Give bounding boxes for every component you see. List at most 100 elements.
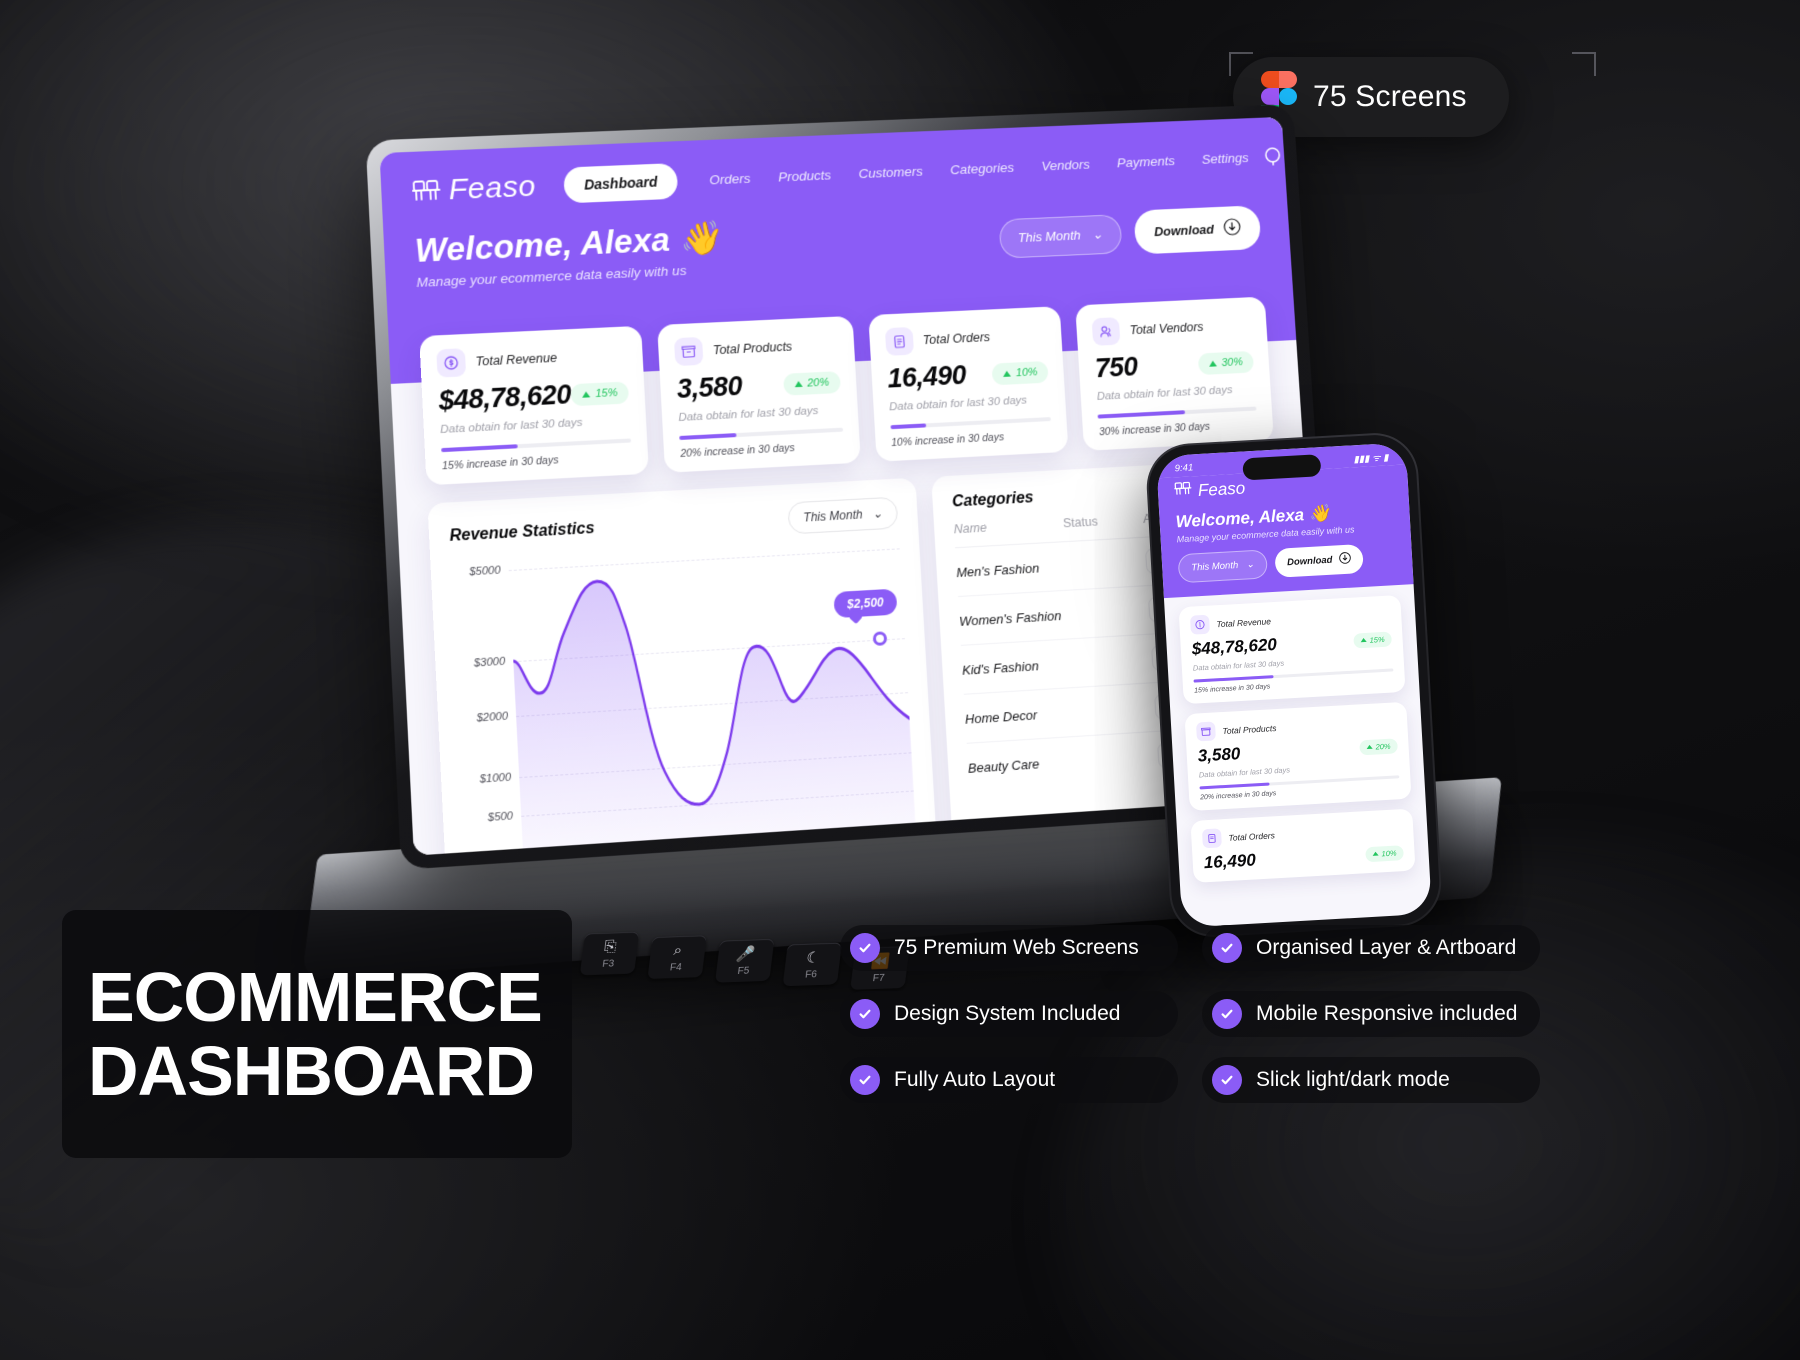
feature-item: Mobile Responsive included <box>1202 991 1540 1037</box>
feature-label: Organised Layer & Artboard <box>1256 936 1517 959</box>
phone-download-button[interactable]: Download <box>1274 543 1365 578</box>
phone-stat-cards: Total Revenue $48,78,620 15% Data obtain… <box>1164 584 1430 893</box>
status-badge: 15% <box>570 380 630 406</box>
promo-feature-list: 75 Premium Web Screens Organised Layer &… <box>840 925 1540 1103</box>
chevron-down-icon: ⌄ <box>1245 559 1255 571</box>
phone-stat-title: Total Orders <box>1228 829 1276 843</box>
phone-period-select[interactable]: This Month ⌄ <box>1177 549 1268 584</box>
feature-label: Design System Included <box>894 1002 1121 1025</box>
download-button-label: Download <box>1153 221 1215 240</box>
figma-badge-label: 75 Screens <box>1313 80 1467 113</box>
stat-caption: Data obtain for last 30 days <box>888 394 1028 414</box>
stat-card-total-products: Total Products 3,580 20% Data obtain for… <box>657 315 861 473</box>
period-select[interactable]: This Month ⌄ <box>998 213 1123 259</box>
download-icon <box>1339 552 1352 568</box>
key-f3: ⎘ F3 <box>579 931 640 976</box>
column-header-name: Name <box>953 520 988 537</box>
feature-item: Organised Layer & Artboard <box>1202 925 1540 971</box>
phone-body: 9:41 ▮▮▮ ᯤ ▮ Feaso Welcome, Alexa 👋 Mana… <box>1146 432 1442 938</box>
promo-title-line1: ECOMMERCE <box>88 957 543 1036</box>
feature-label: Slick light/dark mode <box>1256 1068 1450 1091</box>
period-select-label: This Month <box>1017 227 1082 246</box>
nav-item-orders[interactable]: Orders <box>695 170 765 188</box>
download-icon <box>1223 218 1242 239</box>
nav-item-dashboard[interactable]: Dashboard <box>562 162 679 204</box>
status-badge: 10% <box>1365 844 1404 862</box>
chevron-down-icon: ⌄ <box>872 506 883 521</box>
y-tick-0: $5000 <box>468 564 501 579</box>
feature-label: 75 Premium Web Screens <box>894 936 1139 959</box>
feature-label: Mobile Responsive included <box>1256 1002 1518 1025</box>
category-status[interactable] <box>1069 610 1149 633</box>
brand-logo[interactable]: Feaso <box>411 170 536 209</box>
stat-footer: 30% increase in 30 days <box>1098 420 1211 439</box>
phone-stat-value: 16,490 <box>1203 850 1257 873</box>
key-f6: ☾ F6 <box>782 942 843 987</box>
promo-title-line2: DASHBOARD <box>88 1032 535 1110</box>
stat-delta: 15% <box>594 386 618 400</box>
phone-hero-actions: This Month ⌄ Download <box>1177 542 1397 584</box>
phone-stat-value: 3,580 <box>1197 744 1241 766</box>
check-icon <box>850 933 880 963</box>
chart-period-label: This Month <box>803 507 863 525</box>
category-status[interactable] <box>1057 707 1155 732</box>
phone-stat-delta: 10% <box>1381 848 1397 858</box>
chart-tooltip: $2,500 <box>833 588 898 619</box>
phone-stat-delta: 15% <box>1369 634 1385 645</box>
phone-stat-delta: 20% <box>1375 741 1391 752</box>
key-f4: ⌕ F4 <box>647 935 707 980</box>
status-badge: 30% <box>1197 350 1255 375</box>
key-label: F6 <box>804 969 818 981</box>
phone-stat-card-total-revenue: Total Revenue $48,78,620 15% Data obtain… <box>1178 594 1406 705</box>
phone-stat-card-total-orders: Total Orders 16,490 10% <box>1190 808 1416 883</box>
nav-item-customers[interactable]: Customers <box>844 163 937 182</box>
stat-title: Total Vendors <box>1129 319 1204 338</box>
category-status[interactable] <box>1060 756 1158 780</box>
phone-screen: 9:41 ▮▮▮ ᯤ ▮ Feaso Welcome, Alexa 👋 Mana… <box>1156 442 1432 928</box>
brand-name: Feaso <box>447 169 537 207</box>
chart-plot-area <box>508 542 916 856</box>
status-badge: 20% <box>1359 737 1398 755</box>
chart-svg <box>508 542 916 856</box>
nav-item-payments[interactable]: Payments <box>1103 152 1189 170</box>
phone-stat-title: Total Revenue <box>1216 615 1272 629</box>
nav-item-categories[interactable]: Categories <box>936 159 1028 177</box>
stat-footer: 20% increase in 30 days <box>680 442 796 460</box>
search-icon: ⌕ <box>672 941 684 959</box>
download-button[interactable]: Download <box>1133 205 1262 255</box>
phone-header: Feaso Welcome, Alexa 👋 Manage your ecomm… <box>1157 464 1414 599</box>
y-tick-4: $500 <box>487 810 514 825</box>
stat-caption: Data obtain for last 30 days <box>678 405 819 425</box>
status-time: 9:41 <box>1174 461 1194 474</box>
key-f5: 🎤 F5 <box>714 938 775 983</box>
revenue-statistics-panel: Revenue Statistics This Month ⌄ $5000 $3… <box>427 477 937 856</box>
stat-value: 750 <box>1094 351 1139 384</box>
check-icon <box>1212 999 1242 1029</box>
stat-delta: 20% <box>806 376 830 390</box>
phone-download-label: Download <box>1286 554 1333 569</box>
search-icon[interactable] <box>1261 144 1285 168</box>
dollar-icon <box>436 348 467 378</box>
nav-item-settings[interactable]: Settings <box>1188 149 1263 167</box>
progress-bar <box>1097 406 1257 419</box>
feature-item: 75 Premium Web Screens <box>840 925 1178 971</box>
nav-item-products[interactable]: Products <box>764 166 845 184</box>
dollar-icon <box>1189 614 1211 635</box>
category-status[interactable] <box>1054 658 1152 683</box>
category-name: Women's Fashion <box>958 607 1062 629</box>
stat-value: 3,580 <box>676 370 743 405</box>
clipboard-icon <box>884 326 914 356</box>
chart-period-select[interactable]: This Month ⌄ <box>787 496 899 535</box>
progress-bar <box>441 438 632 453</box>
phone-mockup: 9:41 ▮▮▮ ᯤ ▮ Feaso Welcome, Alexa 👋 Mana… <box>1146 432 1442 938</box>
feature-item: Design System Included <box>840 991 1178 1037</box>
category-status[interactable] <box>1048 561 1146 585</box>
y-tick-2: $2000 <box>476 710 509 725</box>
column-header-status: Status <box>1062 514 1099 531</box>
stat-card-total-revenue: Total Revenue $48,78,620 15% Data obtain… <box>419 325 650 486</box>
feature-item: Fully Auto Layout <box>840 1057 1178 1103</box>
stat-title: Total Revenue <box>475 350 558 369</box>
nav-item-vendors[interactable]: Vendors <box>1027 156 1103 174</box>
status-badge: 10% <box>991 360 1049 385</box>
y-tick-5: $0 <box>502 847 516 856</box>
